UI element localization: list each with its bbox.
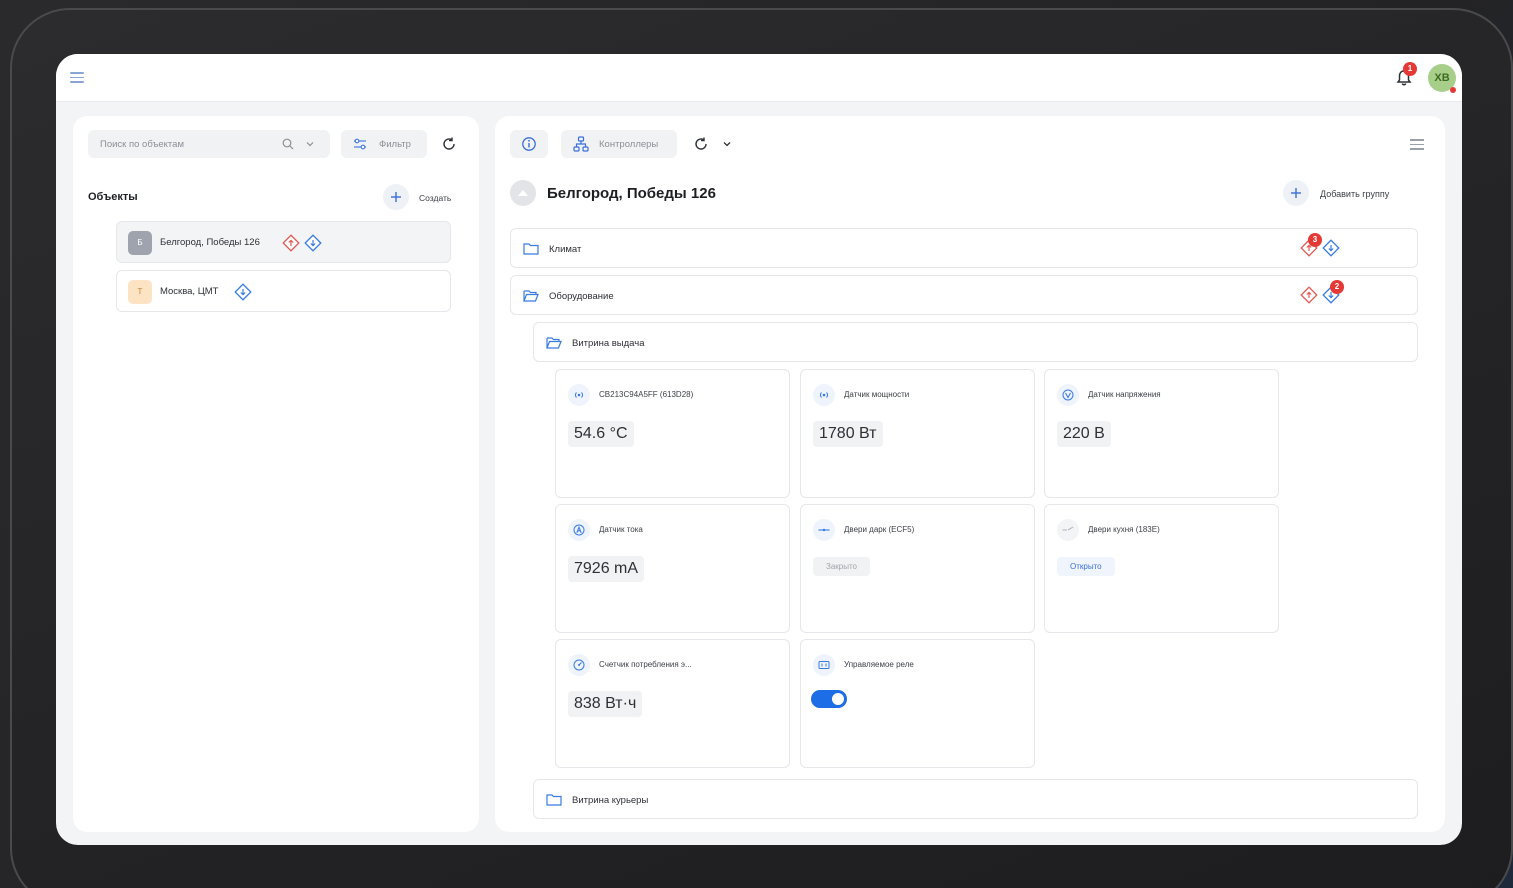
notification-badge: 1 (1403, 62, 1417, 76)
info-button[interactable] (510, 130, 548, 158)
folder-showcase-issue[interactable]: Витрина выдача (533, 322, 1418, 362)
device-title: Датчик напряжения (1088, 390, 1161, 399)
folder-open-icon (546, 337, 562, 349)
device-card-relay[interactable]: Управляемое реле (800, 639, 1035, 768)
plus-icon (383, 184, 409, 210)
object-detail-panel: Контроллеры Белгород, Победы 126 Добавит… (495, 116, 1445, 832)
device-value: 1780 Вт (813, 421, 883, 447)
meter-icon (568, 654, 590, 676)
device-title: Управляемое реле (844, 660, 914, 669)
device-card-power[interactable]: Датчик мощности 1780 Вт (800, 369, 1035, 498)
object-initial: Б (128, 231, 152, 255)
menu-icon[interactable] (70, 72, 84, 84)
object-item-belgorod[interactable]: Б Белгород, Победы 126 (116, 221, 451, 263)
folder-open-icon (523, 290, 539, 302)
objects-panel: Поиск по объектам Фильтр Объекты Создать… (73, 116, 479, 832)
device-title: Двери дарк (ECF5) (844, 525, 915, 534)
device-title: Счетчик потребления э... (599, 660, 692, 669)
object-item-moscow[interactable]: Т Москва, ЦМТ (116, 270, 451, 312)
create-button[interactable]: Создать (383, 184, 463, 210)
folder-label: Климат (549, 244, 582, 255)
create-label: Создать (419, 193, 452, 203)
device-value: 54.6 °C (568, 421, 634, 447)
door-status-badge: Открыто (1057, 557, 1115, 576)
info-icon (522, 137, 536, 151)
device-card-voltage[interactable]: Датчик напряжения 220 В (1044, 369, 1279, 498)
page-title: Белгород, Победы 126 (547, 185, 716, 202)
add-group-label: Добавить группу (1320, 189, 1390, 199)
alert-down-icon[interactable] (1322, 239, 1340, 257)
search-input[interactable]: Поиск по объектам (88, 130, 330, 158)
door-status-badge: Закрыто (813, 557, 871, 576)
device-card-current[interactable]: Датчик тока 7926 mA (555, 504, 790, 633)
refresh-icon[interactable] (441, 136, 457, 152)
alert-up-icon[interactable] (1300, 286, 1318, 304)
hierarchy-icon (573, 136, 589, 152)
folder-equipment[interactable]: Оборудование 2 (510, 275, 1418, 315)
signal-icon (813, 384, 835, 406)
folder-icon (546, 794, 562, 806)
alert-down-icon[interactable] (304, 234, 322, 252)
alert-count-badge: 3 (1308, 233, 1322, 247)
device-value: 220 В (1057, 421, 1111, 447)
object-label: Москва, ЦМТ (160, 286, 219, 297)
objects-heading: Объекты (88, 191, 138, 203)
device-card-temperature[interactable]: CB213C94A5FF (613D28) 54.6 °C (555, 369, 790, 498)
relay-icon (813, 654, 835, 676)
plus-icon (1283, 180, 1309, 206)
chevron-down-icon[interactable] (721, 138, 733, 150)
door-closed-icon (813, 519, 835, 541)
folder-label: Витрина курьеры (572, 795, 649, 806)
device-card-energy-meter[interactable]: Счетчик потребления э... 838 Вт·ч (555, 639, 790, 768)
device-title: Датчик мощности (844, 390, 910, 399)
current-icon (568, 519, 590, 541)
folder-label: Витрина выдача (572, 338, 645, 349)
device-title: Датчик тока (599, 525, 643, 534)
folder-icon (523, 243, 539, 255)
alert-down-icon[interactable] (234, 283, 252, 301)
controllers-label: Контроллеры (599, 139, 659, 150)
relay-toggle[interactable] (811, 690, 847, 708)
filter-icon (354, 138, 366, 150)
alert-count-badge: 2 (1330, 280, 1344, 294)
location-icon (510, 180, 536, 206)
alert-up-icon[interactable] (282, 234, 300, 252)
device-value: 838 Вт·ч (568, 691, 643, 717)
avatar-status-dot (1450, 87, 1456, 93)
chevron-down-icon[interactable] (304, 138, 316, 150)
filter-label: Фильтр (379, 139, 411, 150)
object-label: Белгород, Победы 126 (160, 237, 260, 248)
folder-climate[interactable]: Климат 3 (510, 228, 1418, 268)
top-bar: 1 XB (56, 54, 1462, 102)
device-title: CB213C94A5FF (613D28) (599, 390, 694, 399)
controllers-button[interactable]: Контроллеры (561, 130, 677, 158)
options-menu-icon[interactable] (1410, 139, 1424, 153)
signal-icon (568, 384, 590, 406)
device-title: Двери кухня (183E) (1088, 525, 1160, 534)
folder-showcase-couriers[interactable]: Витрина курьеры (533, 779, 1418, 819)
search-icon[interactable] (282, 138, 294, 150)
refresh-icon[interactable] (693, 136, 709, 152)
door-open-icon (1057, 519, 1079, 541)
device-card-door-dark[interactable]: Двери дарк (ECF5) Закрыто (800, 504, 1035, 633)
app-screen: 1 XB Поиск по объектам Фильтр Объекты Со… (56, 54, 1462, 845)
add-group-button[interactable]: Добавить группу (1283, 180, 1423, 206)
device-card-door-kitchen[interactable]: Двери кухня (183E) Открыто (1044, 504, 1279, 633)
folder-label: Оборудование (549, 291, 614, 302)
filter-button[interactable]: Фильтр (341, 130, 427, 158)
device-value: 7926 mA (568, 556, 645, 582)
search-placeholder: Поиск по объектам (100, 139, 184, 150)
object-initial: Т (128, 280, 152, 304)
voltage-icon (1057, 384, 1079, 406)
